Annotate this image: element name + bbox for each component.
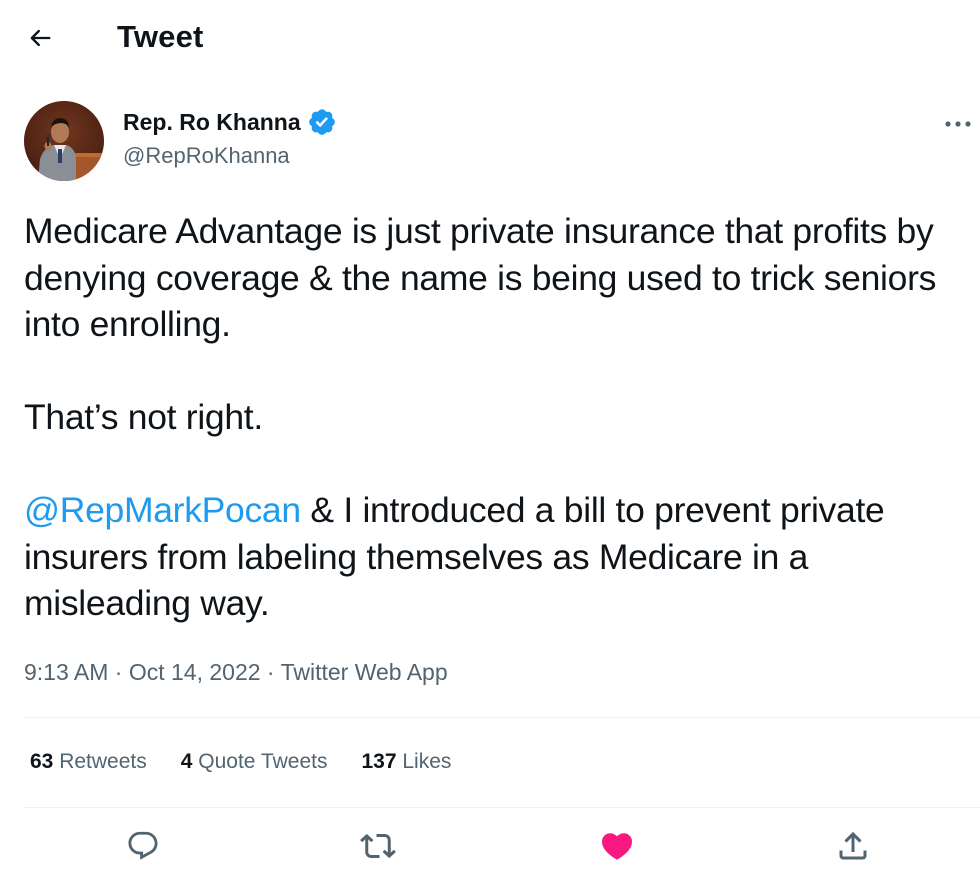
back-button[interactable] <box>20 18 60 58</box>
mention-link[interactable]: @RepMarkPocan <box>24 490 301 530</box>
header: Tweet <box>0 0 980 76</box>
quote-tweets-label: Quote Tweets <box>198 750 328 773</box>
retweets-count: 63 <box>30 750 54 773</box>
divider <box>24 807 980 808</box>
share-icon <box>839 831 867 860</box>
tweet-stats: 63 Retweets 4 Quote Tweets 137 Likes <box>30 750 485 774</box>
tweet-source[interactable]: Twitter Web App <box>281 659 448 685</box>
tweet-text: Medicare Advantage is just private insur… <box>24 208 974 627</box>
retweet-icon <box>360 833 396 859</box>
avatar-photo <box>24 101 104 181</box>
reply-button[interactable] <box>121 824 165 868</box>
retweets-label: Retweets <box>59 750 147 773</box>
tweet-paragraph: Medicare Advantage is just private insur… <box>24 211 937 344</box>
likes-stat[interactable]: 137 Likes <box>361 750 451 774</box>
author-handle[interactable]: @RepRoKhanna <box>123 143 290 169</box>
divider <box>24 717 980 718</box>
tweet-paragraph: That’s not right. <box>24 397 263 437</box>
tweet-metadata: 9:13 AM · Oct 14, 2022 · Twitter Web App <box>24 659 448 686</box>
likes-count: 137 <box>361 750 397 773</box>
page-title: Tweet <box>117 19 204 54</box>
tweet-date[interactable]: Oct 14, 2022 <box>129 659 261 685</box>
quote-tweets-stat[interactable]: 4 Quote Tweets <box>181 750 328 774</box>
more-button[interactable] <box>938 106 978 142</box>
avatar[interactable] <box>24 101 104 181</box>
meta-separator: · <box>108 659 129 685</box>
tweet-time[interactable]: 9:13 AM <box>24 659 108 685</box>
reply-icon <box>128 831 158 860</box>
more-horizontal-icon <box>945 121 971 127</box>
likes-label: Likes <box>402 750 452 773</box>
meta-separator: · <box>260 659 281 685</box>
arrow-left-icon <box>30 29 51 47</box>
tweet-page: Tweet Rep. Ro Khanna @RepRoKhanna Medica… <box>0 0 980 889</box>
author-name-row[interactable]: Rep. Ro Khanna <box>123 107 337 137</box>
retweet-button[interactable] <box>356 824 400 868</box>
quote-tweets-count: 4 <box>180 750 193 773</box>
heart-icon <box>601 833 633 860</box>
tweet-paragraph: @RepMarkPocan & I introduced a bill to p… <box>24 487 974 627</box>
author-name[interactable]: Rep. Ro Khanna <box>123 109 301 136</box>
like-button[interactable] <box>595 824 639 868</box>
verified-badge-icon <box>308 109 335 135</box>
retweets-stat[interactable]: 63 Retweets <box>30 750 147 774</box>
share-button[interactable] <box>831 824 875 868</box>
